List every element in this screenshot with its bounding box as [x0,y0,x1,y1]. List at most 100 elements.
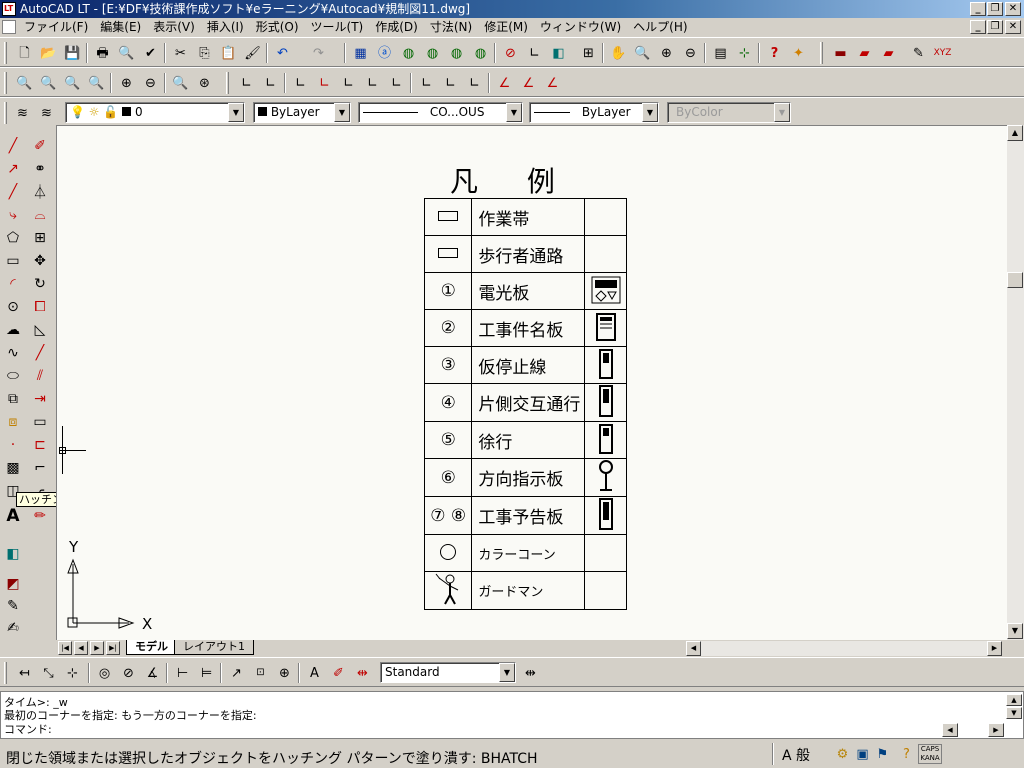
rectangle-icon[interactable]: ▭ [2,250,24,272]
scroll-down-icon[interactable]: ▼ [1007,623,1023,639]
chevron-down-icon[interactable]: ▼ [642,103,658,122]
tolerance-icon[interactable]: ⊡ [250,663,271,683]
toolbar-grip[interactable] [226,72,229,94]
pen-icon[interactable]: ✎ [2,595,24,617]
document-icon[interactable] [2,20,16,34]
ellipse-icon[interactable]: ⬭ [2,365,24,387]
design-center-icon[interactable]: ▦ [350,43,371,63]
zoom-extents-icon[interactable]: ⊛ [194,73,215,93]
save-icon[interactable]: 💾 [62,43,83,63]
tab-model[interactable]: モデル [126,640,177,655]
today-icon[interactable]: ✦ [788,43,809,63]
lineweight-dropdown[interactable]: ByLayer ▼ [529,102,659,123]
ime-tool-icon[interactable]: ⚑ [872,744,893,764]
insert-block-icon[interactable]: ⧉ [2,388,24,410]
zoom-out-icon[interactable]: ⊖ [140,73,161,93]
menu-file[interactable]: ファイル(F) [24,19,88,36]
dim-continue-icon[interactable]: ⊨ [196,663,217,683]
menu-view[interactable]: 表示(V) [153,19,195,36]
undo-icon[interactable]: ↶ [272,43,293,63]
doc-close-button[interactable]: ✕ [1005,20,1021,34]
paste-icon[interactable]: 📋 [218,43,239,63]
dimstyle-dropdown[interactable]: Standard ▼ [380,662,516,683]
sketch-icon[interactable]: ✍ [2,617,24,639]
layer-icon[interactable]: ▬ [830,43,851,63]
lengthen-icon[interactable]: ╱ [29,342,51,364]
ime-mode[interactable]: A 般 [782,745,810,765]
dim-linear-icon[interactable]: ↤ [14,663,35,683]
revcloud-icon[interactable]: ☁ [2,319,24,341]
help-icon[interactable]: ? [764,43,785,63]
menu-edit[interactable]: 編集(E) [100,19,141,36]
ucs-object-icon[interactable]: ∟ [290,73,311,93]
menu-help[interactable]: ヘルプ(H) [633,19,687,36]
chevron-down-icon[interactable]: ▼ [334,103,350,122]
toolbar-grip[interactable] [4,102,7,124]
ucs-previous-icon[interactable]: ∟ [260,73,281,93]
spell-check-icon[interactable]: ✔ [140,43,161,63]
scale-icon[interactable]: ⧠ [29,296,51,318]
last-tab-icon[interactable]: ▶| [106,641,120,655]
dim-edit-icon[interactable]: A [304,663,325,683]
polyline-icon[interactable]: ⤷ [2,204,24,226]
cmd-scroll-right-icon[interactable]: ▶ [988,723,1004,737]
globe-icon[interactable]: ◍ [398,43,419,63]
ucs-view-icon[interactable]: ∟ [386,73,407,93]
horizontal-scrollbar[interactable] [686,641,1002,656]
display-order-icon[interactable]: ◧ [2,543,24,565]
ime-dictionary-icon[interactable]: ▣ [852,744,873,764]
zoom-window-icon[interactable]: 🔍 [14,73,35,93]
command-prompt[interactable]: コマンド: [4,724,52,736]
tab-layout1[interactable]: レイアウト1 [174,640,254,655]
ucs-named-icon[interactable]: ∠ [518,73,539,93]
menu-dimension[interactable]: 寸法(N) [430,19,472,36]
dim-ordinate-icon[interactable]: ⊹ [62,663,83,683]
drawing-area[interactable]: 凡 例 作業帯 歩行者通路 ① 電光板 ② 工事件名板 ③ 仮停止線 ④ 片側交… [56,125,1007,640]
ucs-icon[interactable]: ∟ [524,43,545,63]
move-icon[interactable]: ✥ [29,250,51,272]
make-current-layer-icon[interactable]: ≋ [12,103,33,123]
linetype-dropdown[interactable]: CO...OUS ▼ [358,102,523,123]
zoom-in-icon[interactable]: ⊕ [116,73,137,93]
copy-icon[interactable]: ⎘ [194,43,215,63]
trim-icon[interactable]: ⫽ [29,365,51,387]
chevron-down-icon[interactable]: ▼ [506,103,522,122]
make-block-icon[interactable]: ⧈ [2,411,24,433]
minimize-button[interactable]: _ [970,2,986,16]
spline-icon[interactable]: ∿ [2,342,24,364]
globe-link-icon[interactable]: ◍ [422,43,443,63]
text-edit-icon[interactable]: ✎ [908,43,929,63]
menu-tools[interactable]: ツール(T) [311,19,364,36]
dim-update-icon[interactable]: ⇹ [352,663,373,683]
leader-icon[interactable]: ↗ [226,663,247,683]
dim-diameter-icon[interactable]: ⊘ [118,663,139,683]
scroll-up-icon[interactable]: ▲ [1007,125,1023,141]
color-dropdown[interactable]: ByLayer ▼ [253,102,351,123]
dim-aligned-icon[interactable]: ⤡ [38,663,59,683]
match-properties-icon[interactable]: 🖌 [242,43,263,63]
toolbar-grip[interactable] [4,662,7,684]
dim-text-edit-icon[interactable]: ✐ [328,663,349,683]
line-icon[interactable]: ╱ [2,135,24,157]
block-icon[interactable]: ⊞ [578,43,599,63]
chevron-down-icon[interactable]: ▼ [228,103,244,122]
prev-tab-icon[interactable]: ◀ [74,641,88,655]
autodesk-icon[interactable]: ⓐ [374,43,395,63]
vertical-scrollbar[interactable]: ▲ ▼ [1007,125,1024,640]
properties-icon[interactable]: ▤ [710,43,731,63]
print-icon[interactable]: 🖶 [92,43,113,63]
first-tab-icon[interactable]: |◀ [58,641,72,655]
zoom-all-icon[interactable]: 🔍 [170,73,191,93]
break-icon[interactable]: ▭ [29,411,51,433]
ucs-apply-icon[interactable]: ∠ [494,73,515,93]
ucs-preset-icon[interactable]: ∠ [542,73,563,93]
dim-angular-icon[interactable]: ∡ [142,663,163,683]
offset-icon[interactable]: ⌓ [29,204,51,226]
polygon-icon[interactable]: ⬠ [2,227,24,249]
ime-help-icon[interactable]: ? [896,744,917,764]
xyz-icon[interactable]: XYZ [932,43,953,63]
circle-icon[interactable]: ⊙ [2,296,24,318]
command-window[interactable]: タイム>: _w 最初のコーナーを指定: もう一方のコーナーを指定: コマンド:… [0,691,1024,739]
ucs-3point-icon[interactable]: ∟ [362,73,383,93]
menu-draw[interactable]: 作成(D) [375,19,418,36]
